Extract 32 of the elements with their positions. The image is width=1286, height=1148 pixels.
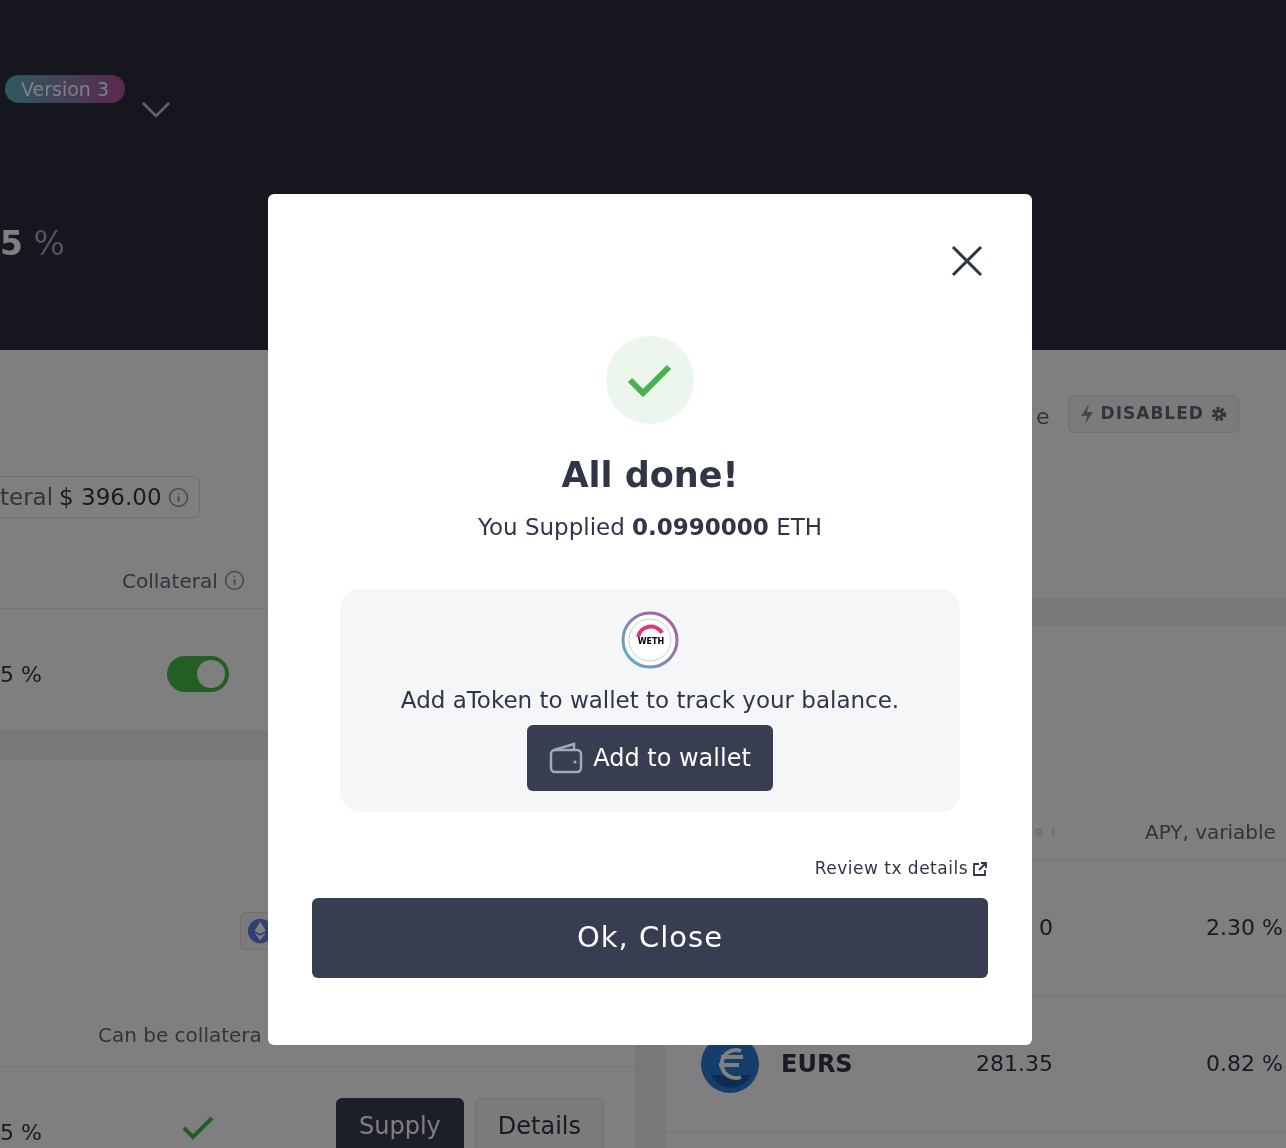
info-icon[interactable]: [167, 486, 189, 508]
balance-value: 0: [1038, 914, 1054, 942]
apy-value: 2.30 %: [1205, 914, 1284, 942]
add-to-wallet-button[interactable]: Add to wallet: [527, 725, 773, 791]
column-header[interactable]: Collateral: [122, 565, 218, 596]
status-badge[interactable]: DISABLED: [1067, 395, 1239, 433]
balance-value: 281.35: [975, 1050, 1054, 1078]
mode-label: e: [1036, 403, 1050, 431]
column-header: Can be collatera: [98, 1022, 263, 1049]
asset-symbol: EURS: [781, 1048, 853, 1080]
supply-button[interactable]: Supply: [336, 1098, 464, 1148]
ok-close-button[interactable]: Ok, Close: [312, 897, 988, 978]
apy-value: 5 %: [0, 660, 43, 689]
collateral-chip: teral $ 396.00: [0, 476, 200, 518]
chevron-down-icon[interactable]: [141, 101, 171, 119]
collateral-toggle[interactable]: [167, 656, 229, 692]
version-badge: Version 3: [5, 75, 125, 103]
details-button[interactable]: Details: [474, 1098, 604, 1148]
dialog-message: You Supplied 0.0990000 ETH: [476, 513, 824, 542]
column-header[interactable]: APY, variable: [1055, 817, 1286, 847]
external-link-icon: [972, 860, 988, 877]
apy-value: 0.82 %: [1205, 1050, 1284, 1078]
info-icon[interactable]: [223, 570, 245, 591]
wallet-hint: Add aToken to wallet to track your balance.: [399, 685, 901, 715]
review-link[interactable]: Review tx details: [814, 856, 988, 882]
success-check-icon: [606, 336, 694, 424]
wallet-icon: [549, 742, 584, 774]
dialog-title: All done!: [560, 454, 740, 496]
token-logo: WETH: [621, 610, 679, 669]
close-button[interactable]: [950, 244, 984, 278]
apy-value: 5 %: [0, 1119, 43, 1147]
stat-value: 5 %: [0, 224, 65, 263]
